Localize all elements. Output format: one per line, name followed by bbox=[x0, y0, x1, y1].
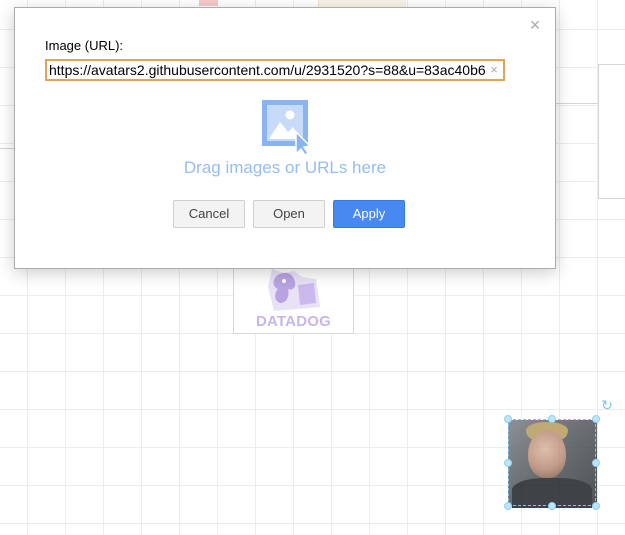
resize-handle-ne[interactable] bbox=[592, 415, 600, 423]
resize-handle-se[interactable] bbox=[592, 502, 600, 510]
open-button[interactable]: Open bbox=[253, 200, 325, 228]
cancel-button[interactable]: Cancel bbox=[173, 200, 245, 228]
diagram-shape-box[interactable] bbox=[598, 64, 625, 199]
image-url-field[interactable]: × bbox=[45, 59, 505, 81]
rotate-icon[interactable]: ↻ bbox=[600, 398, 614, 412]
resize-handle-sw[interactable] bbox=[504, 502, 512, 510]
image-url-label: Image (URL): bbox=[45, 38, 124, 53]
selection-outline bbox=[508, 419, 596, 506]
image-url-input[interactable] bbox=[49, 61, 485, 79]
image-url-dialog: × Image (URL): × Drag images or URLs her… bbox=[14, 7, 556, 269]
resize-handle-nw[interactable] bbox=[504, 415, 512, 423]
resize-handle-n[interactable] bbox=[548, 415, 556, 423]
image-drop-icon bbox=[262, 100, 312, 156]
diagram-connector[interactable] bbox=[553, 103, 599, 104]
apply-button[interactable]: Apply bbox=[333, 200, 405, 228]
diagram-connector-left[interactable] bbox=[0, 148, 14, 149]
close-icon[interactable]: × bbox=[527, 16, 543, 34]
drop-zone-text[interactable]: Drag images or URLs here bbox=[15, 158, 555, 178]
resize-handle-w[interactable] bbox=[504, 459, 512, 467]
datadog-logo-text: DATADOG bbox=[255, 313, 331, 330]
resize-handle-s[interactable] bbox=[548, 502, 556, 510]
datadog-dog-icon bbox=[268, 269, 320, 311]
resize-handle-e[interactable] bbox=[592, 459, 600, 467]
diagram-shape-red[interactable] bbox=[199, 0, 218, 6]
clear-icon[interactable]: × bbox=[488, 61, 500, 79]
datadog-logo-shape[interactable]: DATADOG bbox=[233, 262, 354, 334]
